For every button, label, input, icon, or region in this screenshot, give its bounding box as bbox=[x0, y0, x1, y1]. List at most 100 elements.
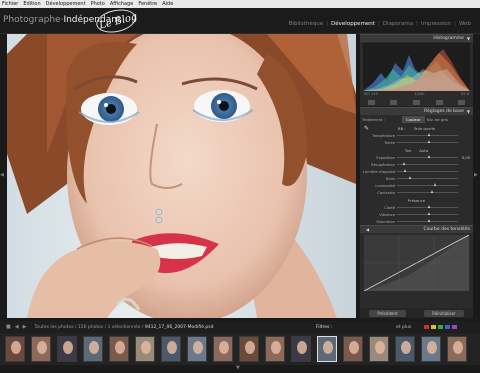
blacks-slider[interactable]: Noirs bbox=[360, 175, 473, 182]
basic-panel-header[interactable]: Réglages de base ▼ bbox=[360, 107, 473, 115]
brightness-label: Luminosité bbox=[375, 183, 395, 188]
brightness-slider[interactable]: Luminosité bbox=[360, 182, 473, 189]
right-panel-toggle-icon[interactable]: ▶ bbox=[474, 172, 478, 178]
filmstrip-thumbnail[interactable] bbox=[187, 336, 207, 362]
white-balance-row: ✎ BB : Telle quelle bbox=[360, 124, 473, 132]
filmstrip-filename: 9412_17_06_2007-Modifié.psd bbox=[144, 324, 214, 330]
tone-label: Ton bbox=[404, 147, 412, 153]
filter-rating-select[interactable]: et plus bbox=[396, 325, 411, 330]
wb-select[interactable]: Telle quelle bbox=[414, 126, 435, 131]
menu-window[interactable]: Fenêtre bbox=[138, 0, 157, 8]
treatment-bw-button[interactable]: Niv. de gris bbox=[427, 117, 448, 122]
tone-curve-graph[interactable] bbox=[363, 234, 470, 292]
recovery-label: Récupération bbox=[371, 162, 395, 167]
histogram-iso: ISO 125 bbox=[364, 92, 378, 96]
tint-slider[interactable]: Teinte bbox=[360, 139, 473, 146]
wb-label: BB : bbox=[398, 125, 406, 131]
tone-curve-header[interactable]: ◀ Courbe des tonalités bbox=[360, 225, 473, 233]
histogram-shutter: 1/160 bbox=[414, 92, 425, 96]
temperature-slider[interactable]: Température bbox=[360, 132, 473, 139]
reset-button[interactable]: Réinitialiser bbox=[424, 309, 464, 317]
previous-button[interactable]: Précédent bbox=[369, 309, 406, 317]
grid-view-icon[interactable]: ■ bbox=[6, 324, 11, 330]
left-panel-toggle-icon[interactable]: ◀ bbox=[0, 172, 4, 178]
bottom-panel-toggle-icon[interactable]: ▼ bbox=[236, 365, 240, 371]
tone-section: Ton Auto bbox=[360, 146, 473, 154]
graduated-filter-icon[interactable] bbox=[435, 99, 443, 105]
menu-photo[interactable]: Photo bbox=[91, 0, 105, 8]
recovery-slider[interactable]: Récupération bbox=[360, 161, 473, 168]
menu-bar: Fichier Edition Développement Photo Affi… bbox=[0, 0, 480, 8]
color-label-filters bbox=[424, 325, 459, 329]
collapse-icon[interactable]: ▼ bbox=[467, 109, 470, 114]
filmstrip-thumbnail[interactable] bbox=[57, 336, 77, 362]
eyedropper-icon[interactable]: ✎ bbox=[364, 125, 369, 132]
filmstrip-thumbnail[interactable] bbox=[161, 336, 181, 362]
saturation-slider[interactable]: Saturation bbox=[360, 218, 473, 225]
filmstrip-thumbnail[interactable] bbox=[213, 336, 233, 362]
label-purple-swatch[interactable] bbox=[452, 325, 457, 329]
adjustment-brush-icon[interactable] bbox=[458, 99, 466, 105]
menu-help[interactable]: Aide bbox=[162, 0, 173, 8]
histogram-graph[interactable] bbox=[363, 43, 470, 91]
filmstrip-thumbnail[interactable] bbox=[317, 336, 337, 362]
menu-file[interactable]: Fichier bbox=[2, 0, 18, 8]
label-blue-swatch[interactable] bbox=[445, 325, 450, 329]
filmstrip-thumbnail[interactable] bbox=[369, 336, 389, 362]
module-slideshow[interactable]: Diaporama bbox=[380, 21, 416, 27]
temperature-label: Température bbox=[372, 133, 395, 138]
crop-tool-icon[interactable] bbox=[367, 99, 375, 105]
brand-part1: Photographe bbox=[3, 15, 61, 25]
fill-light-slider[interactable]: Lumière d'appoint bbox=[360, 168, 473, 175]
filmstrip-thumbnail[interactable] bbox=[239, 336, 259, 362]
module-develop[interactable]: Développement bbox=[328, 21, 378, 27]
spot-removal-tool-icon[interactable] bbox=[390, 99, 398, 105]
menu-view[interactable]: Affichage bbox=[110, 0, 134, 8]
treatment-row: Traitement : Couleur Niv. de gris bbox=[360, 115, 473, 124]
filter-label[interactable]: Filtres : bbox=[316, 325, 332, 330]
label-green-swatch[interactable] bbox=[438, 325, 443, 329]
main-photo-canvas[interactable] bbox=[7, 34, 356, 318]
tool-strip bbox=[360, 98, 473, 107]
module-picker: Bibliothèque | Développement | Diaporama | … bbox=[286, 21, 474, 27]
tone-auto-button[interactable]: Auto bbox=[419, 148, 428, 153]
filmstrip-thumbnail[interactable] bbox=[5, 336, 25, 362]
filmstrip-thumbnail[interactable] bbox=[343, 336, 363, 362]
filmstrip-thumbnail[interactable] bbox=[265, 336, 285, 362]
filmstrip-thumbnail[interactable] bbox=[421, 336, 441, 362]
histogram-header[interactable]: Histogramme ▼ bbox=[360, 34, 473, 42]
menu-develop[interactable]: Développement bbox=[46, 0, 86, 8]
filmstrip-thumbnail[interactable] bbox=[109, 336, 129, 362]
filmstrip-thumbnail[interactable] bbox=[135, 336, 155, 362]
bottom-bar: ▼ bbox=[0, 365, 480, 373]
expand-left-icon[interactable]: ◀ bbox=[366, 227, 369, 232]
nav-forward-icon[interactable]: ▶ bbox=[23, 324, 27, 330]
menu-edit[interactable]: Edition bbox=[23, 0, 40, 8]
contrast-label: Contraste bbox=[377, 190, 395, 195]
collapse-icon[interactable]: ▼ bbox=[467, 36, 470, 41]
vibrance-slider[interactable]: Vibrance bbox=[360, 211, 473, 218]
filmstrip-thumbnail[interactable] bbox=[83, 336, 103, 362]
nav-back-icon[interactable]: ◀ bbox=[15, 324, 19, 330]
filmstrip-thumbnail[interactable] bbox=[31, 336, 51, 362]
label-red-swatch[interactable] bbox=[424, 325, 429, 329]
presence-label: Présence bbox=[407, 197, 426, 203]
filmstrip-source-text[interactable]: Toutes les photos / 156 photos / 1 sélec… bbox=[34, 325, 143, 330]
filmstrip-source: Toutes les photos / 156 photos / 1 sélec… bbox=[34, 325, 213, 330]
filmstrip-thumbnail[interactable] bbox=[395, 336, 415, 362]
module-library[interactable]: Bibliothèque bbox=[286, 21, 327, 27]
red-eye-tool-icon[interactable] bbox=[412, 99, 420, 105]
filmstrip-thumbnail[interactable] bbox=[291, 336, 311, 362]
contrast-slider[interactable]: Contraste bbox=[360, 189, 473, 196]
vibrance-label: Vibrance bbox=[379, 212, 395, 217]
module-web[interactable]: Web bbox=[456, 21, 474, 27]
tone-curve-title: Courbe des tonalités bbox=[423, 227, 470, 232]
filmstrip-thumbnail[interactable] bbox=[447, 336, 467, 362]
label-yellow-swatch[interactable] bbox=[431, 325, 436, 329]
exposure-slider[interactable]: Exposition 0,00 bbox=[360, 154, 473, 161]
treatment-color-button[interactable]: Couleur bbox=[402, 116, 425, 123]
exposure-value: 0,00 bbox=[461, 155, 470, 160]
clarity-slider[interactable]: Clarté bbox=[360, 204, 473, 211]
module-print[interactable]: Impression bbox=[418, 21, 454, 27]
basic-panel-title: Réglages de base bbox=[424, 109, 464, 114]
